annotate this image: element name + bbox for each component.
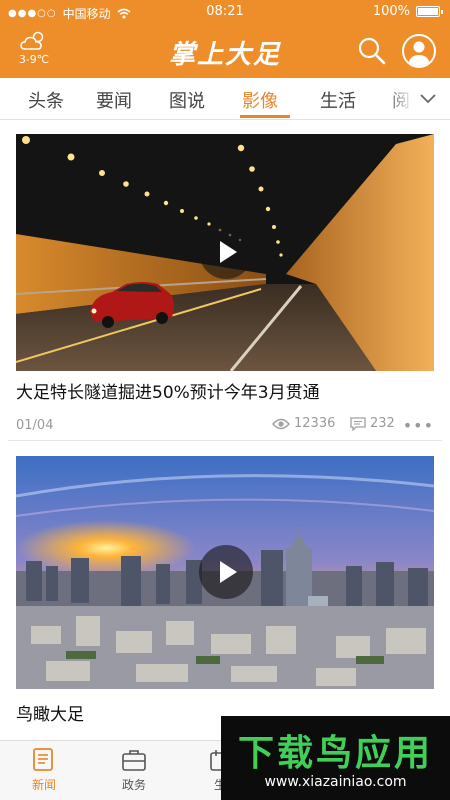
app-header: 3-9℃ 掌上大足 — [0, 24, 450, 78]
news-icon — [33, 748, 53, 771]
status-bar: ●●●○○ 中国移动 08:21 100% — [0, 0, 450, 24]
nav-news-label: 新闻 — [31, 778, 56, 792]
chevron-down-icon[interactable] — [418, 90, 438, 106]
tab-life[interactable]: 生活 — [320, 87, 356, 113]
play-button[interactable] — [199, 225, 253, 279]
feed-item-title[interactable]: 鸟瞰大足 — [16, 700, 84, 725]
active-tab-indicator — [240, 115, 290, 118]
user-profile-button[interactable] — [402, 34, 436, 68]
watermark-url: www.xiazainiao.com — [264, 774, 407, 790]
comment-icon — [350, 416, 366, 431]
eye-icon — [272, 418, 290, 429]
status-right: 100% — [372, 4, 443, 19]
more-options-icon[interactable]: ••• — [403, 416, 434, 435]
battery-icon — [416, 6, 443, 17]
nav-government-label: 政务 — [121, 778, 146, 792]
search-icon[interactable] — [356, 35, 388, 67]
nav-news[interactable]: 新闻 — [14, 747, 74, 793]
feed-item-meta: 01/04 12336 232 ••• — [16, 416, 434, 436]
category-tabs: 头条 要闻 图说 影像 生活 阅 — [0, 78, 450, 120]
comment-count[interactable]: 232 — [350, 416, 395, 431]
tab-video[interactable]: 影像 — [242, 87, 278, 113]
watermark-banner: 下载鸟应用 www.xiazainiao.com — [221, 716, 450, 800]
battery-percent: 100% — [372, 4, 410, 19]
play-button[interactable] — [199, 545, 253, 599]
view-count: 12336 — [272, 416, 335, 431]
briefcase-icon — [122, 750, 146, 771]
view-count-value: 12336 — [294, 416, 336, 431]
video-thumbnail-tunnel[interactable] — [16, 134, 434, 371]
tab-headlines[interactable]: 头条 — [28, 87, 64, 113]
feed-item-title[interactable]: 大足特长隧道掘进50%预计今年3月贯通 — [16, 378, 320, 403]
video-thumbnail-aerial[interactable] — [16, 456, 434, 689]
feed-divider — [8, 440, 442, 441]
tab-important-news[interactable]: 要闻 — [96, 87, 132, 113]
nav-government[interactable]: 政务 — [104, 747, 164, 793]
tabs-fade-overlay — [384, 78, 450, 119]
user-icon — [408, 41, 430, 66]
tab-photo-stories[interactable]: 图说 — [169, 87, 205, 113]
feed-item-date: 01/04 — [16, 418, 54, 433]
watermark-title: 下载鸟应用 — [237, 733, 433, 774]
comment-count-value: 232 — [370, 416, 395, 431]
